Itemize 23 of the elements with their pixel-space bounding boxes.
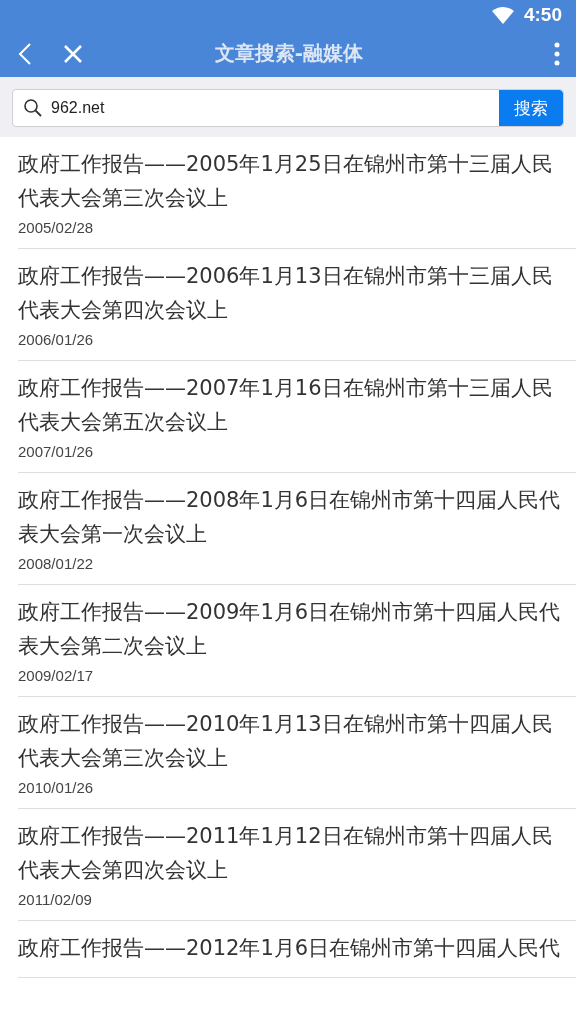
article-date: 2005/02/28 [18,219,95,236]
search-button[interactable]: 搜索 [499,90,563,126]
close-icon [62,42,84,65]
article-date: 2008/01/22 [18,555,95,572]
article-date: 2006/01/26 [18,331,95,348]
article-date: 2011/02/09 [18,891,93,908]
page-title: 文章搜索-融媒体 [213,40,365,67]
article-title[interactable]: 政府工作报告——2010年1月13日在锦州市第十四届人民代表大会第三次会议上 [18,707,572,775]
article-title[interactable]: 政府工作报告——2007年1月16日在锦州市第十三届人民代表大会第五次会议上 [18,371,572,439]
article-date: 2009/02/17 [18,667,95,684]
article-title[interactable]: 政府工作报告——2006年1月13日在锦州市第十三届人民代表大会第四次会议上 [18,259,572,327]
article-title[interactable]: 政府工作报告——2005年1月25日在锦州市第十三届人民代表大会第三次会议上 [18,147,572,215]
search-field[interactable]: 962.net 搜索 [12,89,564,127]
article-title[interactable]: 政府工作报告——2009年1月6日在锦州市第十四届人民代表大会第二次会议上 [18,595,572,663]
article-title[interactable]: 政府工作报告——2011年1月12日在锦州市第十四届人民代表大会第四次会议上 [18,819,572,887]
article-date: 2010/01/26 [18,779,95,796]
search-icon [23,98,43,118]
article-title[interactable]: 政府工作报告——2012年1月6日在锦州市第十四届人民代 [18,931,572,965]
article-title[interactable]: 政府工作报告——2008年1月6日在锦州市第十四届人民代表大会第一次会议上 [18,483,572,551]
article-date: 2007/01/26 [18,443,95,460]
wifi-icon [491,6,514,24]
more-icon [554,41,560,66]
status-time: 4:50 [523,4,562,26]
